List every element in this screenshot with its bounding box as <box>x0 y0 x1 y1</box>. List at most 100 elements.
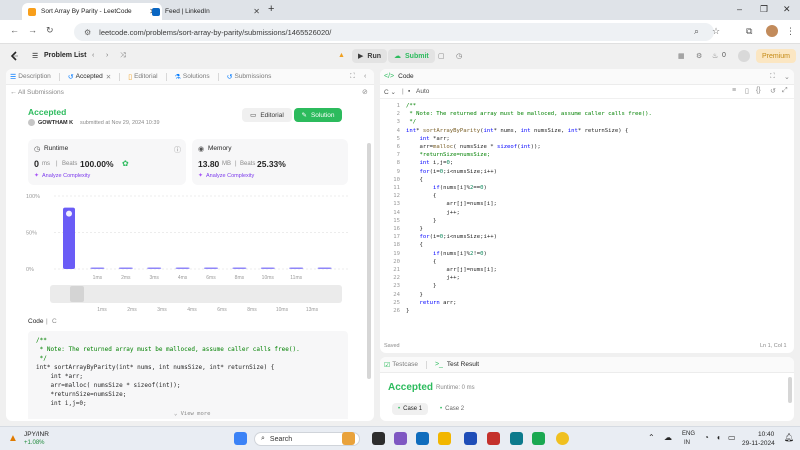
runtime-distribution-chart[interactable]: 100% 50% 0% 1ms 2ms 3ms 4ms 6ms 8ms 10ms 11ms <box>26 191 348 281</box>
list-icon[interactable]: ☰ <box>32 52 38 60</box>
run-button[interactable]: ▶ Run <box>352 49 387 63</box>
clock-time[interactable]: 10:40 <box>758 431 774 438</box>
tab-code[interactable]: </> Code <box>384 73 414 80</box>
distribution-bar[interactable] <box>260 267 275 269</box>
streak-fire-icon[interactable]: ♨ <box>712 52 718 60</box>
fullscreen-icon[interactable]: ⤢ <box>782 87 788 95</box>
scrollbar-thumb[interactable] <box>367 143 371 379</box>
prev-problem-icon[interactable]: ‹ <box>92 52 94 59</box>
copilot-icon[interactable] <box>394 432 407 445</box>
user-avatar[interactable] <box>738 50 750 62</box>
username[interactable]: GOWTHAM K <box>38 120 73 126</box>
tab-test-result[interactable]: >_ Test Result <box>435 361 479 368</box>
minimize-button[interactable]: – <box>737 4 742 14</box>
collapse-panel-icon[interactable]: ‹ <box>364 73 366 80</box>
chart-range-minimap[interactable] <box>50 285 342 303</box>
maximize-panel-icon[interactable]: ⛶ <box>770 73 775 81</box>
code-editor[interactable]: 1 /** 2 * Note: The returned array must be… <box>380 99 794 343</box>
browser-tab-leetcode[interactable]: Sort Array By Parity - LeetCode ✕ <box>22 3 162 20</box>
app-icon[interactable] <box>464 432 477 445</box>
shuffle-icon[interactable]: ⤨ <box>120 52 126 60</box>
back-arrow-icon[interactable]: ← <box>10 89 17 96</box>
new-tab-button[interactable]: + <box>268 3 274 15</box>
tab-accepted[interactable]: ↺ Accepted ✕ <box>68 73 111 81</box>
maximize-button[interactable]: ❐ <box>760 4 768 15</box>
distribution-bar[interactable] <box>175 267 190 269</box>
analyze-complexity-link[interactable]: Analyze Complexity <box>206 173 254 179</box>
browser-tab-linkedin[interactable]: Feed | LinkedIn ✕ <box>146 3 266 20</box>
distribution-bar[interactable] <box>63 207 75 269</box>
editorial-button[interactable]: ▭ Editorial <box>242 108 292 122</box>
maximize-panel-icon[interactable]: ⛶ <box>350 73 355 81</box>
bookmark-icon[interactable]: ▯ <box>745 87 749 95</box>
notifications-icon[interactable]: 🔔︎ <box>784 433 794 442</box>
distribution-bar[interactable] <box>204 267 218 269</box>
settings-icon[interactable]: ⚙ <box>696 52 702 60</box>
collapse-panel-icon[interactable]: ⌄ <box>784 73 790 81</box>
widget-title[interactable]: JPY/INR <box>24 431 49 438</box>
view-more-link[interactable]: ⌄ View more <box>174 411 210 417</box>
distribution-bar[interactable] <box>90 267 105 269</box>
search-icon[interactable]: ⌕ <box>694 26 699 37</box>
problem-list-link[interactable]: Problem List <box>44 52 86 59</box>
battery-icon[interactable]: ▭ <box>728 433 736 442</box>
timer-icon[interactable]: ◷ <box>456 52 462 60</box>
braces-icon[interactable]: {} <box>756 87 761 94</box>
language-selector[interactable]: C ⌄ <box>384 88 396 96</box>
profile-avatar[interactable] <box>766 25 778 37</box>
chevron-up-icon[interactable]: ⌃ <box>648 433 655 442</box>
close-window-button[interactable]: ✕ <box>783 4 791 15</box>
leetcode-logo-icon[interactable] <box>10 51 20 61</box>
close-tab-icon[interactable]: ✕ <box>253 7 260 16</box>
analyze-complexity-link[interactable]: Analyze Complexity <box>42 173 90 179</box>
tab-editorial[interactable]: ▯ Editorial <box>128 73 157 81</box>
distribution-bar[interactable] <box>118 267 133 269</box>
distribution-bar[interactable] <box>317 267 332 269</box>
scrollbar-thumb[interactable] <box>788 377 792 403</box>
reset-icon[interactable]: ↺ <box>770 87 776 95</box>
task-view-icon[interactable] <box>372 432 385 445</box>
format-icon[interactable]: ≡ <box>732 87 736 94</box>
submit-button[interactable]: ☁ Submit <box>388 49 435 63</box>
all-submissions-link[interactable]: All Submissions <box>18 89 64 96</box>
tab-testcase[interactable]: ☑ Testcase <box>384 361 418 369</box>
premium-button[interactable]: Premium <box>756 49 797 63</box>
mode-label[interactable]: Auto <box>416 88 429 95</box>
info-icon[interactable]: ⓘ <box>174 145 181 155</box>
tab-solutions[interactable]: ⚗ Solutions <box>175 73 210 81</box>
browser-menu-icon[interactable]: ⋮ <box>786 26 795 37</box>
mcafee-icon[interactable] <box>487 432 500 445</box>
case-2-tab[interactable]: • Case 2 <box>434 403 470 415</box>
file-explorer-icon[interactable] <box>438 432 451 445</box>
debug-icon[interactable]: ▲ <box>338 52 345 59</box>
chrome-icon[interactable] <box>556 432 569 445</box>
language-primary[interactable]: ENG <box>682 431 695 437</box>
reload-icon[interactable]: ↻ <box>46 25 54 36</box>
app-icon[interactable] <box>416 432 429 445</box>
next-problem-icon[interactable]: › <box>106 52 108 59</box>
volume-icon[interactable]: ◖ <box>716 433 721 442</box>
bookmark-star-icon[interactable]: ☆ <box>712 26 720 37</box>
whatsapp-icon[interactable] <box>532 432 545 445</box>
back-icon[interactable]: ← <box>10 25 19 35</box>
url-field[interactable]: ⚙ leetcode.com/problems/sort-array-by-pa… <box>74 23 714 41</box>
solution-button[interactable]: ✎ Solution <box>294 108 342 122</box>
site-info-icon[interactable]: ⚙ <box>84 28 91 37</box>
search-highlight-icon[interactable] <box>342 432 355 445</box>
forward-icon[interactable]: → <box>28 25 37 35</box>
case-1-tab[interactable]: • Case 1 <box>392 403 429 415</box>
runtime-card[interactable]: ◷ Runtime ⓘ 0 ms | Beats 100.00% ✿ ✦ Ana… <box>28 139 186 185</box>
range-handle[interactable] <box>70 286 84 302</box>
link-icon[interactable]: ⊘ <box>362 88 368 96</box>
tab-submissions[interactable]: ↺ Submissions <box>227 73 272 81</box>
close-tab-icon[interactable]: ✕ <box>106 73 111 81</box>
wifi-icon[interactable]: ◔ <box>704 433 709 442</box>
distribution-bar[interactable] <box>232 267 247 269</box>
layout-icon[interactable]: ▦ <box>678 52 685 60</box>
distribution-bar[interactable] <box>289 267 304 269</box>
stock-widget-icon[interactable]: ▲ <box>8 433 18 444</box>
user-avatar[interactable] <box>28 119 35 126</box>
edge-icon[interactable] <box>510 432 523 445</box>
extensions-icon[interactable]: ⧉ <box>746 26 752 37</box>
windows-start-icon[interactable] <box>234 432 247 445</box>
